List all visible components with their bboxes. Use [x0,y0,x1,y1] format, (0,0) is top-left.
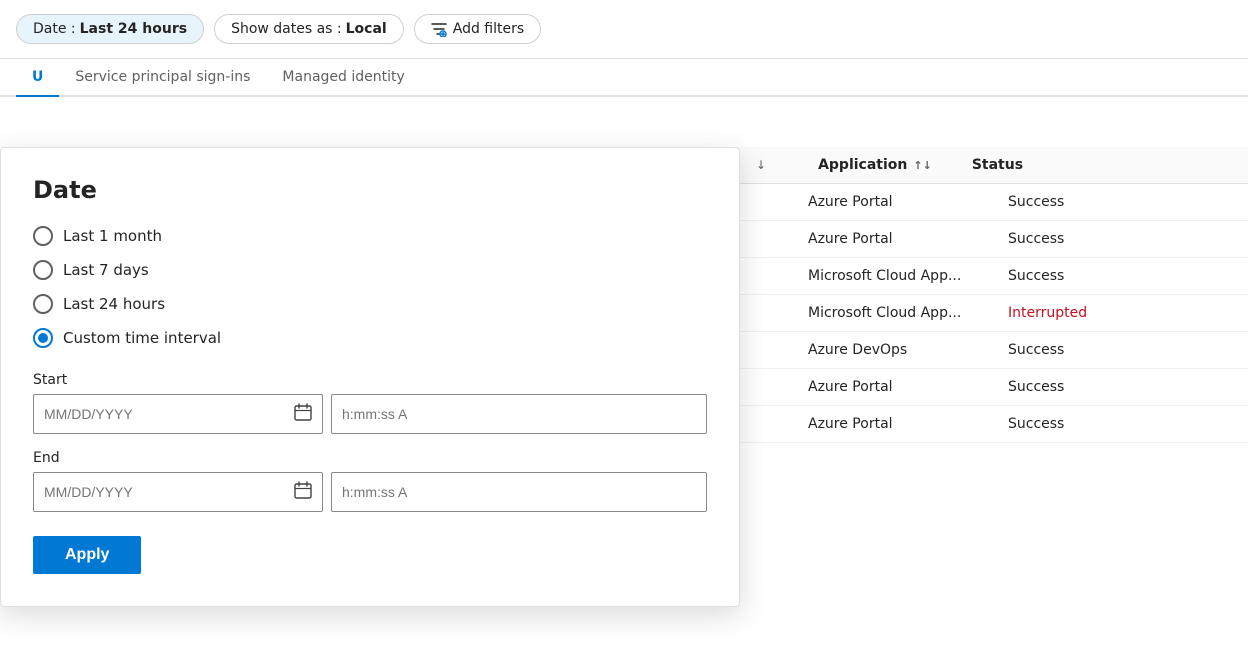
tab-user-signins[interactable]: U [16,59,59,97]
radio-dot-custom [38,333,48,343]
status-cell: Interrupted [1008,305,1087,321]
main-content: Date Last 1 month Last 7 days Last 24 ho… [0,97,1248,645]
radio-circle-last1month [33,226,53,246]
radio-label-custom: Custom time interval [63,329,221,347]
radio-last24hours[interactable]: Last 24 hours [33,294,707,314]
app-cell: Azure Portal [808,379,968,395]
status-column-header: Status [972,157,1023,173]
start-calendar-icon[interactable] [294,403,312,425]
table-row[interactable]: Azure Portal Success [740,221,1248,258]
start-time-input-wrapper[interactable] [331,394,707,434]
date-filter-chip[interactable]: Date : Last 24 hours [16,14,204,44]
start-date-input[interactable] [44,406,294,422]
apply-button[interactable]: Apply [33,536,141,574]
status-cell: Success [1008,194,1064,210]
app-cell: Azure Portal [808,231,968,247]
tab-bar: U Service principal sign-ins Managed ide… [0,59,1248,97]
status-cell: Success [1008,379,1064,395]
tab-service-principal[interactable]: Service principal sign-ins [59,59,266,97]
sort-down-arrow: ↓ [756,158,766,172]
status-cell: Success [1008,231,1064,247]
table-row[interactable]: Azure Portal Success [740,369,1248,406]
radio-label-last24hours: Last 24 hours [63,295,165,313]
status-cell: Success [1008,416,1064,432]
application-column-header[interactable]: Application ↑↓ [818,157,932,173]
table-row[interactable]: Microsoft Cloud App... Success [740,258,1248,295]
radio-custom[interactable]: Custom time interval [33,328,707,348]
end-date-input[interactable] [44,484,294,500]
end-calendar-icon[interactable] [294,481,312,503]
app-cell: Azure Portal [808,194,968,210]
date-chip-value: Last 24 hours [80,21,187,37]
status-cell: Success [1008,268,1064,284]
radio-label-last7days: Last 7 days [63,261,149,279]
app-cell: Microsoft Cloud App... [808,305,968,321]
radio-label-last1month: Last 1 month [63,227,162,245]
panel-title: Date [33,176,707,204]
table-row[interactable]: Azure Portal Success [740,406,1248,443]
radio-circle-last7days [33,260,53,280]
background-table: ↓ Application ↑↓ Status Azure Portal Suc… [740,147,1248,645]
tab-managed-identity[interactable]: Managed identity [266,59,420,97]
table-row[interactable]: Azure DevOps Success [740,332,1248,369]
end-label: End [33,450,707,466]
add-filters-label: Add filters [453,21,524,37]
filter-icon [431,21,447,37]
table-row[interactable]: Azure Portal Success [740,184,1248,221]
start-date-time-row [33,394,707,434]
radio-circle-custom [33,328,53,348]
table-header-row: ↓ Application ↑↓ Status [740,147,1248,184]
end-date-input-wrapper[interactable] [33,472,323,512]
radio-group: Last 1 month Last 7 days Last 24 hours C… [33,226,707,348]
table-row[interactable]: Microsoft Cloud App... Interrupted [740,295,1248,332]
app-cell: Azure DevOps [808,342,968,358]
radio-circle-last24hours [33,294,53,314]
end-time-input-wrapper[interactable] [331,472,707,512]
start-date-input-wrapper[interactable] [33,394,323,434]
show-dates-value: Local [346,21,387,37]
start-label: Start [33,372,707,388]
status-cell: Success [1008,342,1064,358]
date-chip-label: Date : [33,21,76,37]
end-time-input[interactable] [342,484,696,500]
filter-bar: Date : Last 24 hours Show dates as : Loc… [0,0,1248,59]
app-cell: Microsoft Cloud App... [808,268,968,284]
radio-last7days[interactable]: Last 7 days [33,260,707,280]
show-dates-chip[interactable]: Show dates as : Local [214,14,404,44]
show-dates-label: Show dates as : [231,21,342,37]
app-cell: Azure Portal [808,416,968,432]
start-time-input[interactable] [342,406,696,422]
application-sort-icon[interactable]: ↑↓ [913,159,931,172]
add-filters-button[interactable]: Add filters [414,14,541,44]
end-date-time-row [33,472,707,512]
date-dropdown-panel: Date Last 1 month Last 7 days Last 24 ho… [0,147,740,607]
radio-last1month[interactable]: Last 1 month [33,226,707,246]
